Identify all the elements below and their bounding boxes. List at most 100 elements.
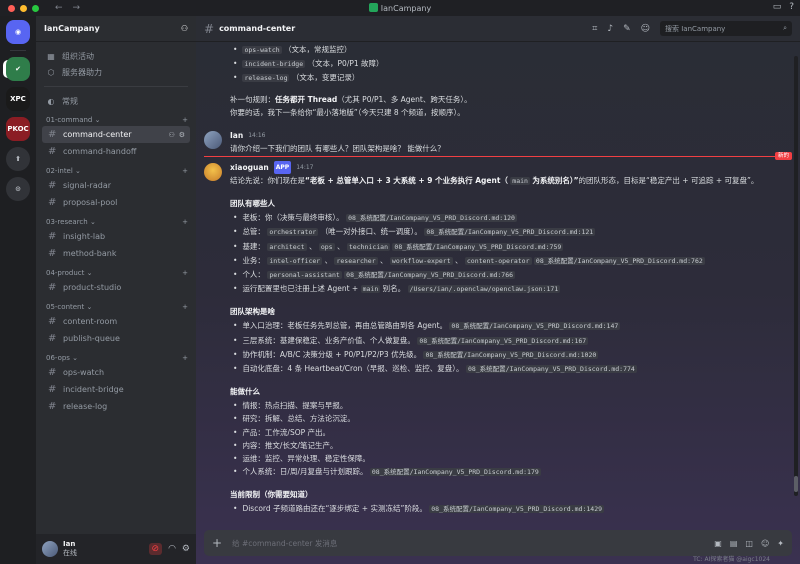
sidebar-item-proposal-pool[interactable]: # proposal-pool — [42, 194, 190, 211]
gear-icon[interactable]: ⚙ — [182, 544, 190, 554]
pin-icon[interactable]: ✎ — [623, 24, 631, 34]
general-item[interactable]: ◐ 常规 — [42, 93, 190, 109]
add-channel-icon[interactable]: + — [182, 116, 188, 124]
threads-icon[interactable]: ⌗ — [592, 24, 597, 34]
item-text: 情报：热点扫描、提案与早报。 — [242, 401, 348, 411]
sidebar-item-incident-bridge[interactable]: # incident-bridge — [42, 381, 190, 398]
section-heading: 团队架构是啥 — [230, 307, 275, 317]
window-controls — [8, 4, 39, 12]
add-channel-icon[interactable]: + — [182, 303, 188, 311]
list-item: Discord 子频道路由还在“逐步绑定 + 实测冻结”阶段。 08_系统配置/… — [230, 502, 800, 516]
member-list-icon[interactable]: ☺ — [641, 24, 650, 34]
close-window-button[interactable] — [8, 4, 15, 12]
avatar[interactable] — [42, 541, 58, 557]
company-logo-icon[interactable]: ✔ — [6, 57, 30, 81]
sidebar-item-method-bank[interactable]: # method-bank — [42, 245, 190, 262]
list-item: 老板：你（决策与最终审核）。 08_系统配置/IanCompany_V5_PRD… — [230, 211, 800, 225]
hash-icon: # — [48, 384, 57, 395]
gear-icon[interactable]: ⚙ — [179, 131, 185, 139]
zoom-window-button[interactable] — [32, 4, 39, 12]
category-header[interactable]: 01-command ⌄ + — [36, 114, 196, 126]
category-header[interactable]: 02-intel ⌄ + — [36, 165, 196, 177]
add-member-icon[interactable]: ⚇ — [168, 131, 174, 139]
forward-arrow-icon[interactable]: → — [73, 3, 81, 13]
avatar[interactable] — [204, 131, 222, 150]
item-text: 业务： — [242, 255, 265, 265]
section-heading: 能做什么 — [230, 387, 260, 397]
category-header[interactable]: 06-ops ⌄ + — [36, 352, 196, 364]
title-bar: ← → IanCampany ▭ ? — [0, 0, 800, 16]
list-item-content: 单入口治理：老板任务先到总管，再由总管路由到各 Agent。 08_系统配置/I… — [242, 319, 621, 333]
sidebar-item-command-handoff[interactable]: # command-handoff — [42, 143, 190, 160]
search-icon: ⌕ — [783, 24, 787, 32]
scrollbar[interactable] — [794, 56, 798, 496]
list-item-content: 内容：推文/长文/笔记生产。 — [242, 439, 337, 452]
boost-item[interactable]: ⬡ 服务器助力 — [42, 64, 190, 80]
help-icon[interactable]: ? — [789, 2, 794, 12]
server-icon — [368, 3, 378, 12]
sidebar-item-product-studio[interactable]: # product-studio — [42, 279, 190, 296]
avatar[interactable] — [204, 163, 222, 182]
section-heading: 当前限制（你需要知道） — [230, 490, 313, 500]
section-heading: 团队有哪些人 — [230, 199, 275, 209]
category-header[interactable]: 03-research ⌄ + — [36, 216, 196, 228]
list-item-content: 运行配置里也已注册上述 Agent + main 别名。 /Users/ian/… — [242, 282, 561, 296]
item-text: 个人： — [242, 270, 265, 280]
gif-icon[interactable]: ▤ — [730, 539, 738, 548]
list-item-content: Discord 子频道路由还在“逐步绑定 + 实测冻结”阶段。 08_系统配置/… — [242, 502, 605, 516]
item-text: 老板：你（决策与最终审核）。 — [242, 213, 344, 223]
channel-title: command-center — [219, 24, 296, 33]
timestamp: 14:17 — [296, 164, 314, 172]
sidebar-item-publish-queue[interactable]: # publish-queue — [42, 330, 190, 347]
list-item-content: 个人系统：日/周/月复盘与计划跟踪。 08_系统配置/IanCompany_V5… — [242, 465, 541, 479]
plus-icon[interactable]: + — [212, 536, 222, 550]
minimize-window-button[interactable] — [20, 4, 27, 12]
category-header[interactable]: 05-content ⌄ + — [36, 301, 196, 313]
list-item: release-log （文本，变更记录） — [230, 71, 800, 85]
add-server-icon[interactable]: ⬆ — [6, 147, 30, 171]
author-name[interactable]: xiaoguan — [230, 161, 269, 174]
explore-icon[interactable]: ⊙ — [6, 177, 30, 201]
gift-icon[interactable]: ▣ — [714, 539, 722, 548]
events-item[interactable]: ▦ 组织活动 — [42, 48, 190, 64]
sidebar-item-content-room[interactable]: # content-room — [42, 313, 190, 330]
discord-home-icon[interactable]: ◉ — [6, 20, 30, 44]
channel-label: product-studio — [63, 283, 122, 292]
xpc-server-icon[interactable]: XPC — [6, 87, 30, 111]
hash-icon: # — [48, 333, 57, 344]
item-text: 总管： — [242, 227, 265, 237]
sidebar-item-command-center[interactable]: # command-center ⚇ ⚙ — [42, 126, 190, 143]
sticker-icon[interactable]: ◫ — [745, 539, 753, 548]
sidebar-item-insight-lab[interactable]: # insight-lab — [42, 228, 190, 245]
apps-icon[interactable]: ✦ — [777, 539, 784, 548]
category-header[interactable]: 04-product ⌄ + — [36, 267, 196, 279]
author-name[interactable]: Ian — [230, 129, 243, 142]
add-channel-icon[interactable]: + — [182, 167, 188, 175]
sidebar-item-ops-watch[interactable]: # ops-watch — [42, 364, 190, 381]
mute-mic-icon[interactable]: ⊘ — [148, 543, 163, 555]
headphones-icon[interactable]: ◠ — [168, 544, 176, 554]
add-channel-icon[interactable]: + — [182, 354, 188, 362]
category-name: 02-intel — [46, 167, 73, 175]
add-channel-icon[interactable]: + — [182, 218, 188, 226]
message-composer[interactable]: + 给 #command-center 发消息 ▣ ▤ ◫ ☺ ✦ — [204, 530, 792, 556]
back-arrow-icon[interactable]: ← — [55, 3, 63, 13]
code-ref: 08_系统配置/IanCompany_V5_PRD_Discord.md:121 — [424, 228, 596, 237]
search-input[interactable]: 搜索 IanCampany ⌕ — [660, 21, 792, 36]
list-item-content: 三层系统：基建保稳定、业务产价值、个人做复盘。 08_系统配置/IanCompa… — [242, 334, 589, 348]
list-item: 三层系统：基建保稳定、业务产价值、个人做复盘。 08_系统配置/IanCompa… — [230, 334, 800, 348]
add-member-icon[interactable]: ⚇ — [181, 24, 188, 33]
inbox-icon[interactable]: ▭ — [773, 2, 782, 12]
channel-label: incident-bridge — [63, 385, 124, 394]
sidebar-item-signal-radar[interactable]: # signal-radar — [42, 177, 190, 194]
add-channel-icon[interactable]: + — [182, 269, 188, 277]
guild-header[interactable]: IanCampany ⚇ — [36, 16, 196, 42]
list-item: 基建： architect 、 ops 、 technician 08_系统配置… — [230, 240, 800, 254]
emoji-icon[interactable]: ☺ — [761, 539, 769, 548]
bell-icon[interactable]: ♪ — [607, 24, 613, 34]
sidebar-item-release-log[interactable]: # release-log — [42, 398, 190, 415]
chevron-down-icon: ⌄ — [84, 269, 93, 277]
scrollbar-thumb[interactable] — [794, 476, 798, 492]
pkoc-server-icon[interactable]: PKOC — [6, 117, 30, 141]
message-input[interactable]: 给 #command-center 发消息 — [232, 538, 337, 549]
